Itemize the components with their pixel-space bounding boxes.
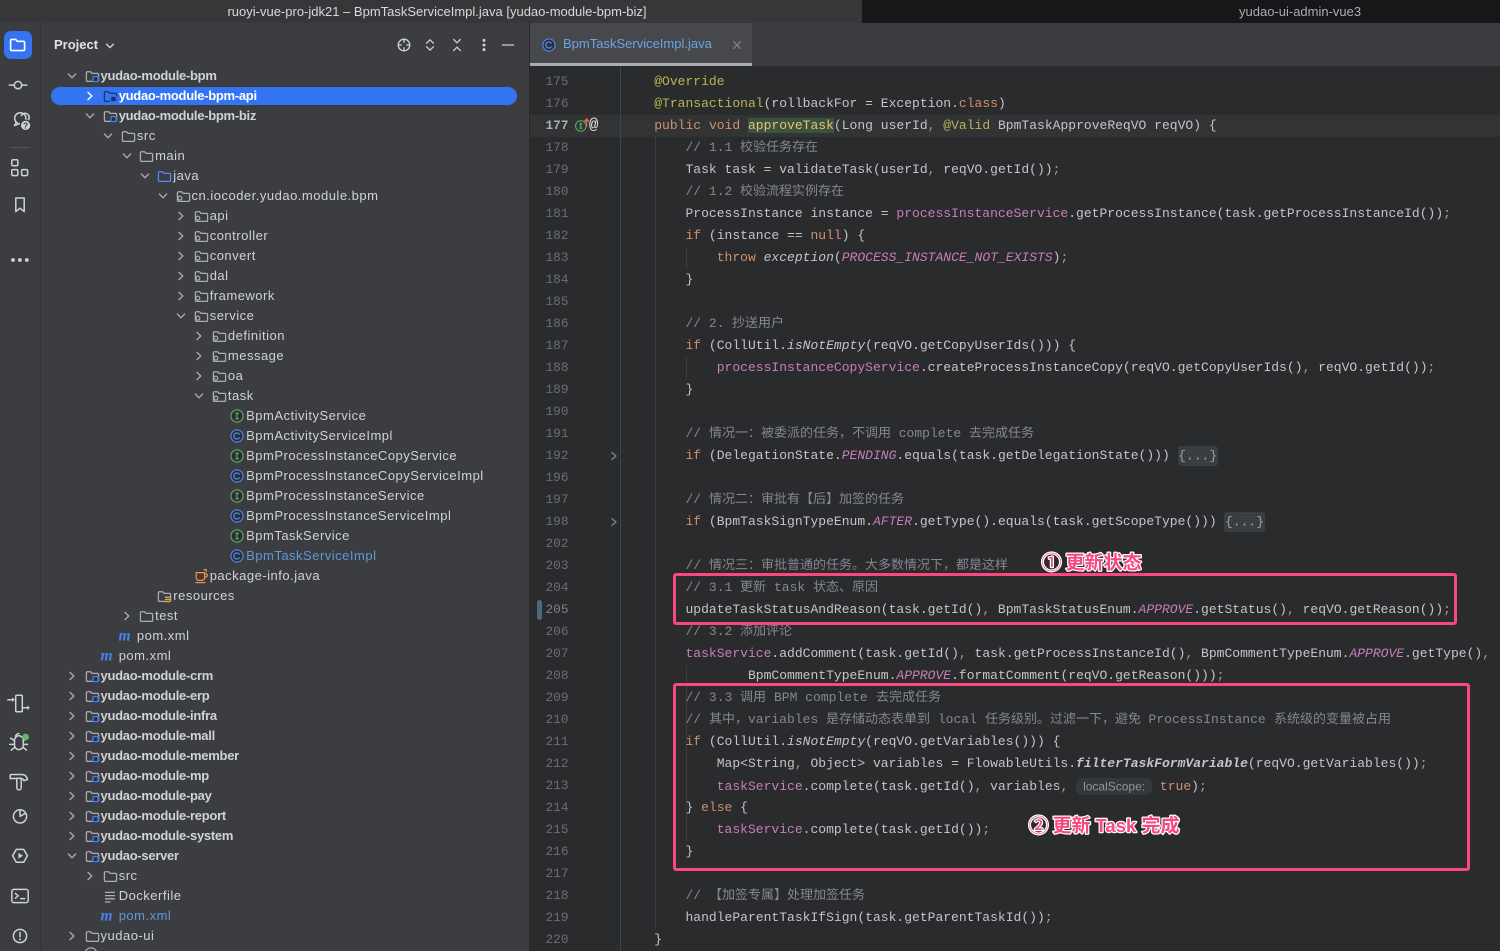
svg-text:m: m bbox=[118, 628, 130, 645]
svg-text:Task: Task bbox=[1096, 815, 1138, 836]
svg-text:m: m bbox=[100, 908, 112, 925]
svg-text:m: m bbox=[100, 648, 112, 665]
